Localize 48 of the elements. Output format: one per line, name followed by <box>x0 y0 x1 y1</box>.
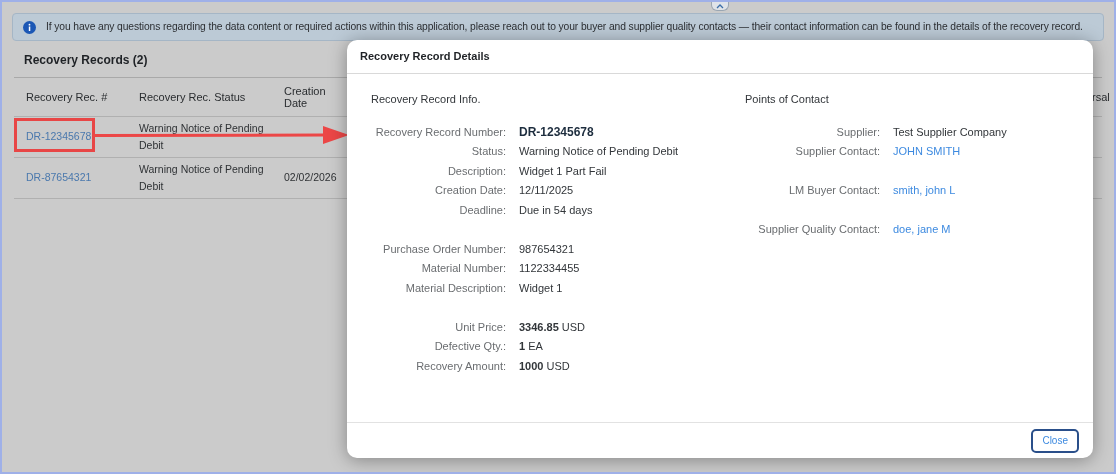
collapse-button[interactable] <box>711 2 729 11</box>
column-header: rsal <box>1092 91 1110 103</box>
section-title: Recovery Record Info. <box>371 92 482 107</box>
section-title: Points of Contact <box>745 92 830 107</box>
field-label: Supplier Quality Contact: <box>757 222 880 237</box>
field-value: DR-12345678 <box>519 124 594 139</box>
field-label: Material Number: <box>420 261 506 276</box>
field-label: LM Buyer Contact: <box>787 183 880 198</box>
record-link[interactable]: DR-12345678 <box>26 130 92 143</box>
column-header: Recovery Rec. Status <box>139 91 246 103</box>
field-label: Deadline: <box>458 202 506 218</box>
field-label: Recovery Record Number: <box>374 124 506 140</box>
table-cell-text: Warning Notice of Pending Debit <box>139 121 265 153</box>
field-value: Due in 54 days <box>519 203 593 216</box>
info-icon <box>23 20 36 34</box>
field-value: 1 EA <box>519 340 543 352</box>
table-cell: 02/02/2026 <box>284 171 337 184</box>
field-label: Purchase Order Number: <box>382 241 506 257</box>
field-label: Unit Price: <box>454 319 506 335</box>
field-label: Supplier: <box>835 124 880 140</box>
table-title: Recovery Records (2) <box>24 51 148 69</box>
record-link[interactable]: DR-87654321 <box>26 171 92 184</box>
column-header: Creation Date <box>284 85 327 109</box>
field-label: Description: <box>446 163 506 179</box>
field-value: Widget 1 <box>519 281 563 294</box>
close-button[interactable]: Close <box>1031 428 1079 453</box>
dialog-title: Recovery Record Details <box>347 40 1093 74</box>
contact-link[interactable]: smith, john L <box>893 184 956 196</box>
field-value: 12/11/2025 <box>519 184 574 196</box>
field-value: Test Supplier Company <box>893 125 1007 138</box>
field-value: 1122334455 <box>519 262 580 274</box>
field-value: 3346.85 USD <box>519 320 586 333</box>
table-cell-text: Warning Notice of Pending Debit <box>139 162 265 194</box>
field-label: Status: <box>470 144 506 159</box>
field-label: Supplier Contact: <box>794 144 880 159</box>
contact-link[interactable]: doe, jane M <box>893 223 951 235</box>
field-value: Warning Notice of Pending Debit <box>519 145 679 157</box>
info-message: If you have any questions regarding the data content or required actions within this application, please reach out to your buyer and supplier quality contacts — their contact information can be found in the details of the recovery record. <box>46 20 1083 35</box>
field-label: Creation Date: <box>434 183 506 198</box>
column-header: Recovery Rec. # <box>26 91 108 103</box>
field-value: Widget 1 Part Fail <box>519 164 607 177</box>
field-label: Defective Qty.: <box>433 339 506 354</box>
field-value: 987654321 <box>519 242 575 255</box>
field-label: Material Description: <box>404 280 506 296</box>
contact-link[interactable]: JOHN SMITH <box>893 145 961 157</box>
field-value: 1000 USD <box>519 359 570 372</box>
field-label: Recovery Amount: <box>415 358 506 374</box>
caret-up-icon <box>716 3 724 9</box>
